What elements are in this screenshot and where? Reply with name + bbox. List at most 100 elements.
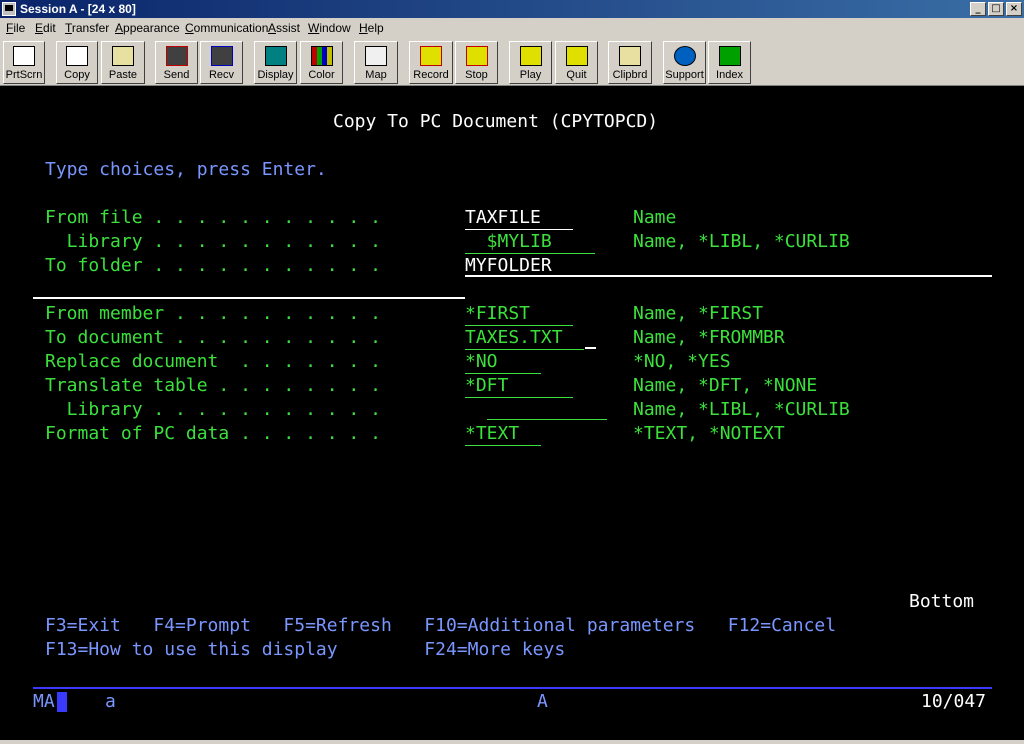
quit-icon xyxy=(565,46,588,66)
from-member-choices: Name, *FIRST xyxy=(633,303,764,324)
to-folder-label: To folder . . . . . . . . . . . xyxy=(45,255,392,276)
record-icon xyxy=(420,46,442,66)
screen-heading: Copy To PC Document (CPYTOPCD) xyxy=(333,111,659,132)
menu-file[interactable]: File xyxy=(6,21,25,35)
to-document-input[interactable]: TAXES.TXT xyxy=(465,327,585,350)
menu-edit[interactable]: Edit xyxy=(35,21,56,35)
map-icon xyxy=(365,46,387,66)
menu-transfer[interactable]: Transfer xyxy=(65,21,109,35)
status-system-indicator: MA xyxy=(33,691,55,712)
index-button[interactable]: Index xyxy=(708,41,751,84)
from-file-label: From file . . . . . . . . . . . xyxy=(45,207,392,228)
quit-label: Quit xyxy=(566,69,587,81)
window-title: Session A - [24 x 80] xyxy=(20,2,136,16)
window-bottom-edge xyxy=(0,740,1024,744)
translate-library-label: Library . . . . . . . . . . . xyxy=(45,399,392,420)
to-document-choices: Name, *FROMMBR xyxy=(633,327,785,348)
play-button[interactable]: Play xyxy=(509,41,552,84)
color-icon xyxy=(310,46,333,66)
copy-label: Copy xyxy=(64,69,90,81)
support-label: Support xyxy=(665,69,704,81)
paste-label: Paste xyxy=(108,69,138,81)
support-button[interactable]: Support xyxy=(663,41,706,84)
stop-icon xyxy=(465,46,488,66)
to-document-label: To document . . . . . . . . . . xyxy=(45,327,392,348)
format-pc-data-input[interactable]: *TEXT xyxy=(465,423,541,446)
receive-icon xyxy=(210,46,233,66)
replace-document-input[interactable]: *NO xyxy=(465,351,541,374)
translate-table-input[interactable]: *DFT xyxy=(465,375,574,398)
status-separator xyxy=(33,687,992,689)
paste-icon xyxy=(112,46,134,66)
menu-window[interactable]: Window xyxy=(308,21,351,35)
minimize-button[interactable]: _ xyxy=(970,2,986,16)
recv-label: Recv xyxy=(208,69,235,81)
function-keys-line-2: F13=How to use this display F24=More key… xyxy=(45,639,566,660)
prtscrn-button[interactable]: PrtScrn xyxy=(3,41,45,84)
from-member-label: From member . . . . . . . . . . xyxy=(45,303,392,324)
index-icon xyxy=(718,46,741,66)
map-label: Map xyxy=(365,69,387,81)
status-mode: a xyxy=(105,691,116,712)
record-button[interactable]: Record xyxy=(409,41,453,84)
send-button[interactable]: Send xyxy=(155,41,198,84)
clipbrd-label: Clipbrd xyxy=(612,69,648,81)
app-icon[interactable] xyxy=(2,2,16,16)
toolbar: PrtScrn Copy Paste Send Recv Display Col… xyxy=(0,38,1024,86)
from-file-input[interactable]: TAXFILE xyxy=(465,207,574,230)
play-icon xyxy=(519,46,542,66)
color-button[interactable]: Color xyxy=(300,41,343,84)
translate-library-input[interactable] xyxy=(465,399,487,421)
more-indicator: Bottom xyxy=(909,591,975,612)
clipbrd-button[interactable]: Clipbrd xyxy=(608,41,652,84)
printer-icon xyxy=(13,46,35,66)
recv-button[interactable]: Recv xyxy=(200,41,243,84)
play-label: Play xyxy=(519,69,542,81)
format-pc-data-choices: *TEXT, *NOTEXT xyxy=(633,423,785,444)
cursor-position: 10/047 xyxy=(921,691,987,712)
from-member-input[interactable]: *FIRST xyxy=(465,303,574,326)
block-cursor xyxy=(57,692,67,712)
index-label: Index xyxy=(716,69,743,81)
status-indicator: A xyxy=(537,691,548,712)
from-library-choices: Name, *LIBL, *CURLIB xyxy=(633,231,850,252)
title-bar: Session A - [24 x 80] _ □ × xyxy=(0,0,1024,18)
close-button[interactable]: × xyxy=(1006,2,1022,16)
display-label: Display xyxy=(257,69,294,81)
from-file-choices: Name xyxy=(633,207,677,228)
from-library-input[interactable]: $MYLIB xyxy=(465,231,596,254)
support-icon xyxy=(673,46,696,66)
display-icon xyxy=(264,46,287,66)
quit-button[interactable]: Quit xyxy=(555,41,598,84)
maximize-button[interactable]: □ xyxy=(988,2,1004,16)
paste-button[interactable]: Paste xyxy=(101,41,145,84)
terminal-screen[interactable]: Copy To PC Document (CPYTOPCD) Type choi… xyxy=(0,86,1024,740)
window-controls: _ □ × xyxy=(968,2,1022,16)
translate-table-label: Translate table . . . . . . . . xyxy=(45,375,392,396)
text-cursor xyxy=(585,347,596,349)
map-button[interactable]: Map xyxy=(354,41,398,84)
menu-communication[interactable]: Communication xyxy=(185,21,268,35)
copy-icon xyxy=(66,46,88,66)
from-library-label: Library . . . . . . . . . . . xyxy=(45,231,392,252)
menu-help[interactable]: Help xyxy=(359,21,384,35)
copy-button[interactable]: Copy xyxy=(56,41,98,84)
translate-library-field-underline xyxy=(487,419,607,420)
to-folder-input[interactable]: MYFOLDER xyxy=(465,255,552,277)
replace-document-choices: *NO, *YES xyxy=(633,351,731,372)
send-icon xyxy=(165,46,188,66)
instruction-text: Type choices, press Enter. xyxy=(45,159,327,180)
menu-appearance[interactable]: Appearance xyxy=(115,21,180,35)
stop-button[interactable]: Stop xyxy=(455,41,498,84)
to-folder-field-underline xyxy=(465,275,992,277)
display-button[interactable]: Display xyxy=(254,41,297,84)
translate-table-choices: Name, *DFT, *NONE xyxy=(633,375,818,396)
color-label: Color xyxy=(308,69,335,81)
menu-assist[interactable]: Assist xyxy=(268,21,300,35)
format-pc-data-label: Format of PC data . . . . . . . xyxy=(45,423,392,444)
clipboard-icon xyxy=(619,46,641,66)
record-label: Record xyxy=(413,69,449,81)
replace-document-label: Replace document . . . . . . . xyxy=(45,351,392,372)
function-keys-line-1: F3=Exit F4=Prompt F5=Refresh F10=Additio… xyxy=(45,615,837,636)
translate-library-choices: Name, *LIBL, *CURLIB xyxy=(633,399,850,420)
